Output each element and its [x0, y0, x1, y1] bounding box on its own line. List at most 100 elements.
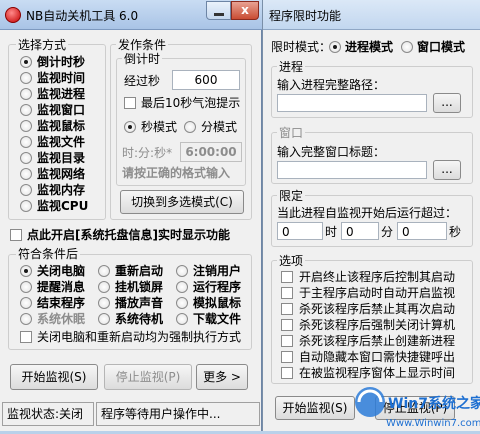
method-radio[interactable] [20, 200, 32, 212]
app-icon [5, 7, 21, 23]
limit-minutes-input[interactable]: 0 [341, 222, 379, 240]
option-checkbox[interactable] [281, 319, 293, 331]
second-mode-radio[interactable] [124, 121, 136, 133]
time-format-label: 时:分:秒* [122, 146, 173, 160]
method-radio[interactable] [20, 56, 32, 68]
option-checkbox[interactable] [281, 367, 293, 379]
force-execute-checkbox[interactable] [20, 331, 32, 343]
minimize-button[interactable] [206, 1, 231, 20]
bubble-tip-checkbox[interactable] [124, 97, 136, 109]
force-execute-label: 关闭电脑和重新启动均为强制执行方式 [37, 330, 242, 344]
limit-hours-input[interactable]: 0 [277, 222, 323, 240]
option-label: 杀死该程序后禁止创建新进程 [299, 334, 456, 348]
action-radio[interactable] [20, 265, 32, 277]
action-label: 运行程序 [193, 280, 242, 294]
minute-mode-label: 分模式 [201, 120, 238, 134]
start-monitor-button[interactable]: 开始监视(S) [10, 364, 98, 390]
monitor-status: 监视状态:关闭 [2, 402, 94, 426]
process-mode-radio[interactable] [329, 41, 341, 53]
watermark-url: Www.Winwin7.com [386, 418, 480, 429]
method-radio[interactable] [20, 72, 32, 84]
action-label: 挂机锁屏 [115, 280, 164, 294]
time-limit-titlebar[interactable]: 程序限时功能 [263, 0, 480, 30]
method-radio[interactable] [20, 168, 32, 180]
method-label: 监视网络 [37, 167, 86, 181]
method-radio[interactable] [20, 136, 32, 148]
action-radio[interactable] [98, 297, 110, 309]
method-radio[interactable] [20, 120, 32, 132]
method-group-title: 选择方式 [16, 38, 69, 52]
tray-info-checkbox[interactable] [10, 229, 22, 241]
main-titlebar[interactable]: NB自动关机工具 6.0 x [0, 0, 262, 30]
action-radio[interactable] [176, 297, 188, 309]
stop-monitor-button[interactable]: 停止监视(P) [104, 364, 192, 390]
action-label: 关闭电脑 [37, 264, 86, 278]
method-radio[interactable] [20, 88, 32, 100]
process-group-title: 进程 [277, 60, 306, 74]
trigger-group-title: 发作条件 [116, 38, 169, 52]
process-browse-button[interactable]: ... [433, 93, 461, 113]
action-radio[interactable] [20, 313, 32, 325]
hours-unit: 时 [325, 225, 338, 239]
action-radio[interactable] [98, 265, 110, 277]
action-label: 下载文件 [193, 312, 242, 326]
option-label: 开启终止该程序后控制其启动 [299, 270, 456, 284]
elapsed-seconds-label: 经过秒 [124, 74, 161, 88]
more-button[interactable]: 更多 > [196, 364, 248, 390]
seconds-unit: 秒 [449, 225, 462, 239]
limit-description: 当此进程自监视开始后运行超过： [277, 206, 458, 220]
option-checkbox[interactable] [281, 287, 293, 299]
action-radio[interactable] [176, 313, 188, 325]
process-mode-label: 进程模式 [345, 40, 394, 54]
window-mode-label: 窗口模式 [417, 40, 466, 54]
watermark-logo: Win7系统之家 Www.Winwin7.com [350, 378, 480, 431]
limit-seconds-input[interactable]: 0 [397, 222, 447, 240]
watermark-text: Win7系统之家 [388, 395, 480, 412]
method-label: 监视CPU [37, 199, 89, 213]
time-limit-title: 程序限时功能 [269, 9, 342, 23]
action-label: 系统休眠 [37, 312, 86, 326]
action-radio[interactable] [98, 281, 110, 293]
action-radio[interactable] [176, 281, 188, 293]
action-label: 重新启动 [115, 264, 164, 278]
countdown-group-title: 倒计时 [122, 52, 163, 66]
tray-info-label: 点此开启[系统托盘信息]实时显示功能 [27, 228, 230, 242]
window-title-input[interactable] [277, 161, 427, 179]
second-mode-label: 秒模式 [141, 120, 178, 134]
close-button[interactable]: x [231, 1, 259, 20]
window-group-title: 窗口 [277, 126, 306, 140]
action-label: 结束程序 [37, 296, 86, 310]
window-browse-button[interactable]: ... [433, 160, 461, 180]
time-input[interactable]: 6:00:00 [180, 142, 242, 162]
window-mode-radio[interactable] [401, 41, 413, 53]
process-path-input[interactable] [277, 94, 427, 112]
option-label: 杀死该程序后强制关闭计算机 [299, 318, 456, 332]
options-group-title: 选项 [277, 254, 306, 268]
minute-mode-radio[interactable] [184, 121, 196, 133]
action-radio[interactable] [98, 313, 110, 325]
limit-start-button[interactable]: 开始监视(S) [275, 396, 355, 420]
option-checkbox[interactable] [281, 351, 293, 363]
action-label: 播放声音 [115, 296, 164, 310]
elapsed-seconds-input[interactable]: 600 [172, 70, 240, 90]
option-label: 杀死该程序后禁止其再次启动 [299, 302, 456, 316]
action-radio[interactable] [20, 297, 32, 309]
switch-multi-mode-button[interactable]: 切换到多选模式(C) [120, 190, 244, 214]
method-label: 监视窗口 [37, 103, 86, 117]
limit-mode-label: 限时模式： [271, 40, 332, 54]
action-radio[interactable] [20, 281, 32, 293]
method-radio[interactable] [20, 152, 32, 164]
minutes-unit: 分 [381, 225, 394, 239]
action-radio[interactable] [176, 265, 188, 277]
limit-group-title: 限定 [277, 189, 306, 203]
option-checkbox[interactable] [281, 271, 293, 283]
method-radio[interactable] [20, 104, 32, 116]
method-label: 监视时间 [37, 71, 86, 85]
action-label: 提醒消息 [37, 280, 86, 294]
method-radio[interactable] [20, 184, 32, 196]
watermark-emblem-icon: Win7系统之家 Www.Winwin7.com [355, 387, 480, 429]
option-checkbox[interactable] [281, 335, 293, 347]
format-hint: 请按正确的格式输入 [122, 166, 231, 180]
option-checkbox[interactable] [281, 303, 293, 315]
method-label: 监视文件 [37, 135, 86, 149]
